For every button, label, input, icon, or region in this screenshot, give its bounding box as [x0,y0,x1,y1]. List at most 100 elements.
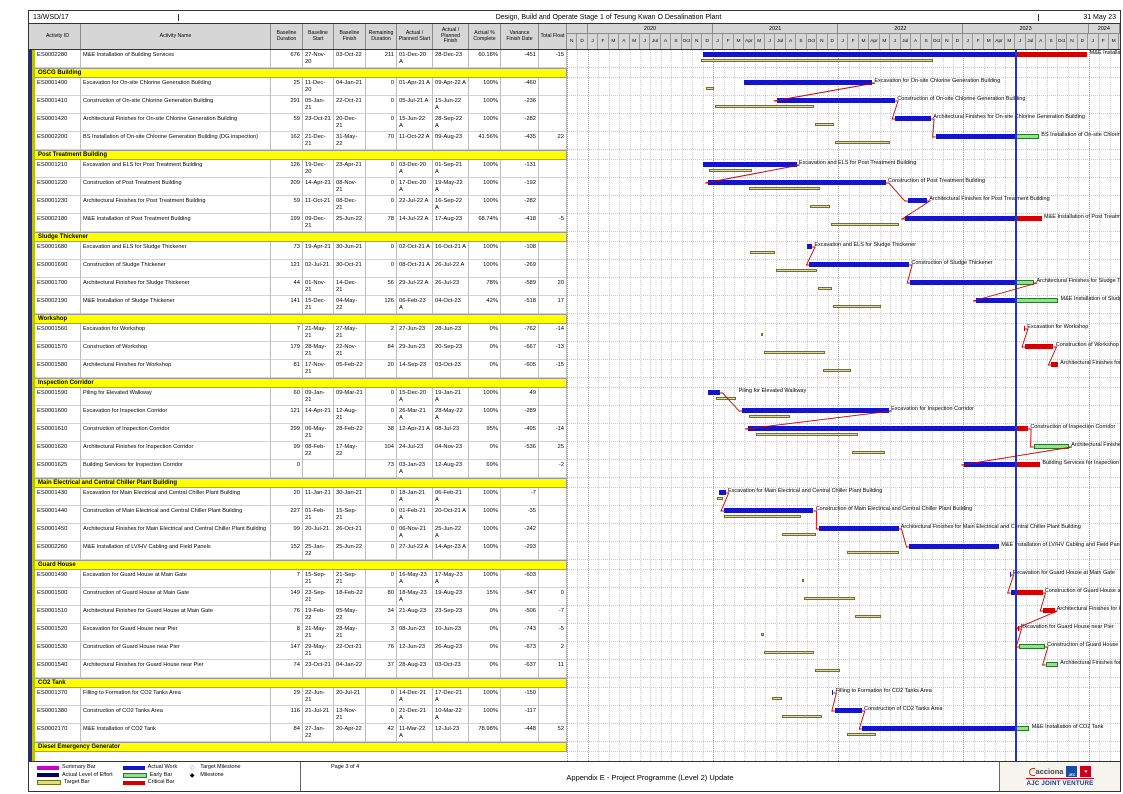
cell-activity-name: Excavation and ELS for Sludge Thickener [81,242,271,260]
critical-bar [1043,607,1055,613]
actual-bar [895,115,932,121]
cell-baseline-start: 19-Dec-20 [303,160,334,178]
section-row: CO2 Tank [29,678,1120,688]
cell-baseline-finish: 23-Apr-21 [334,160,366,178]
activity-row: ES0001420 Architectural Finishes for On-s… [29,114,1120,132]
cell-variance: -269 [501,260,539,278]
cell-total-float: 11 [539,660,567,678]
actual-swatch [122,765,145,770]
cell-actual-finish: 17-May-23 A [433,570,469,588]
activity-row: ES0002170 M&E Installation of CO2 Tank 84 2… [29,724,1120,742]
cell-baseline-duration: 84 [271,724,303,742]
cell-actual-start: 06-Feb-23 A [397,296,433,314]
cell-activity-name: Excavation for Guard House near Pier [81,624,271,642]
cell-remaining-duration: 0 [366,196,397,214]
cell-baseline-duration: 179 [271,342,303,360]
cell-baseline-start: 27-Jan-22 [303,724,334,742]
cell-actual-finish: 03-Oct-23 [433,660,469,678]
cell-actual-start: 18-May-23 A [397,588,433,606]
cell-remaining-duration: 0 [366,96,397,114]
cell-total-float: -5 [539,214,567,232]
cell-baseline-duration: 152 [271,542,303,560]
month-label: N [817,34,828,49]
cell-actual-finish: 19-Jan-21 A [433,388,469,406]
target-bar [748,186,820,190]
cell-remaining-duration: 34 [366,606,397,624]
cell-activity-id: ES0001530 [35,642,81,660]
critical-bar [1015,461,1041,467]
bar-label: Architectural Finishes for On-site Chlor… [933,114,1085,120]
cell-activity-name: Piling for Elevated Walkway [81,388,271,406]
actual-bar [964,461,1016,467]
cell-baseline-duration: 73 [271,242,303,260]
cell-variance: -506 [501,606,539,624]
cell-actual-finish: 10-Jun-23 [433,624,469,642]
cell-activity-id: ES0001560 [35,324,81,342]
target-bar [748,414,790,418]
bar-label: Excavation and ELS for Post Treatment Bu… [798,160,917,166]
actual-bar [907,197,927,203]
month-label: Jul [775,34,786,49]
gantt-row: Excavation and ELS for Post Treatment Bu… [567,160,1120,178]
cell-baseline-finish: 04-Jan-22 [334,660,366,678]
cell-baseline-duration: 116 [271,706,303,724]
gantt-row: M&E Installation of CO2 Tank [567,724,1120,742]
gantt-row: M&E Installation of Sludge Thickener [567,296,1120,314]
cell-actual-finish: 28-May-22 A [433,406,469,424]
cell-percent-complete: 100% [469,488,501,506]
gantt-row: Excavation for On-site Chlorine Generati… [567,78,1120,96]
cell-actual-finish: 09-Apr-22 A [433,78,469,96]
cell-total-float [539,78,567,96]
bar-label: Architectural Finishes for Guard House a… [1056,606,1120,612]
cell-remaining-duration: 0 [366,114,397,132]
cell-percent-complete: 0% [469,642,501,660]
actual-bar [1009,571,1011,577]
legend-label: Early Bar [149,771,173,778]
bar-label: Construction of Workshop [1055,342,1119,348]
cell-activity-id: ES0001440 [35,506,81,524]
cell-activity-id: ES0002170 [35,724,81,742]
critical-swatch [122,780,145,785]
month-label: F [1099,34,1109,49]
month-label: N [1067,34,1078,49]
cell-baseline-start: 01-Feb-21 [303,506,334,524]
cell-activity-id: ES0001580 [35,360,81,378]
cell-activity-name: Architectural Finishes for Workshop [81,360,271,378]
table-header: Activity ID Activity Name Baseline Duratio… [29,24,1120,50]
target-bar [817,286,833,290]
cell-variance: -289 [501,406,539,424]
cell-percent-complete: 41.56% [469,132,501,150]
cell-remaining-duration: 0 [366,78,397,96]
cell-actual-finish: 16-Oct-21 A [433,242,469,260]
cell-baseline-start: 11-Oct-21 [303,196,334,214]
cell-baseline-duration: 199 [271,214,303,232]
actual-bar [910,279,1016,285]
cell-actual-finish: 01-Sep-21 A [433,160,469,178]
section-band: Sludge Thickener [35,232,567,242]
cell-actual-start: 28-Aug-23 [397,660,433,678]
cell-remaining-duration: 56 [366,278,397,296]
section-row: OSCG Building [29,68,1120,78]
gantt-row: BS Installation of On-site Chlorine Gene… [567,132,1120,150]
cell-baseline-finish: 18-Feb-22 [334,588,366,606]
cell-variance: -150 [501,688,539,706]
column-headers: Activity ID Activity Name Baseline Duratio… [29,24,567,49]
cell-remaining-duration: 78 [366,214,397,232]
cell-baseline-finish: 22-Oct-21 [334,642,366,660]
cell-percent-complete: 68.74% [469,214,501,232]
cell-percent-complete: 100% [469,196,501,214]
cell-baseline-duration: 76 [271,606,303,624]
summary-swatch [37,765,59,770]
bar-label: Excavation for Main Electrical and Centr… [727,488,883,494]
cell-baseline-finish: 04-Jan-21 [334,78,366,96]
cell-percent-complete: 69% [469,460,501,478]
cell-activity-name: Architectural Finishes for Inspection Co… [81,442,271,460]
cell-baseline-start: 14-Apr-21 [303,406,334,424]
early-bar [1015,133,1040,139]
cell-activity-id: ES0002190 [35,296,81,314]
gantt-row: M&E Installation of Building Services [567,50,1120,68]
cell-baseline-duration: 227 [271,506,303,524]
cell-activity-name: Construction of CO2 Tanks Area [81,706,271,724]
column-header: Total Float [539,24,567,49]
cell-activity-id: ES0001370 [35,688,81,706]
